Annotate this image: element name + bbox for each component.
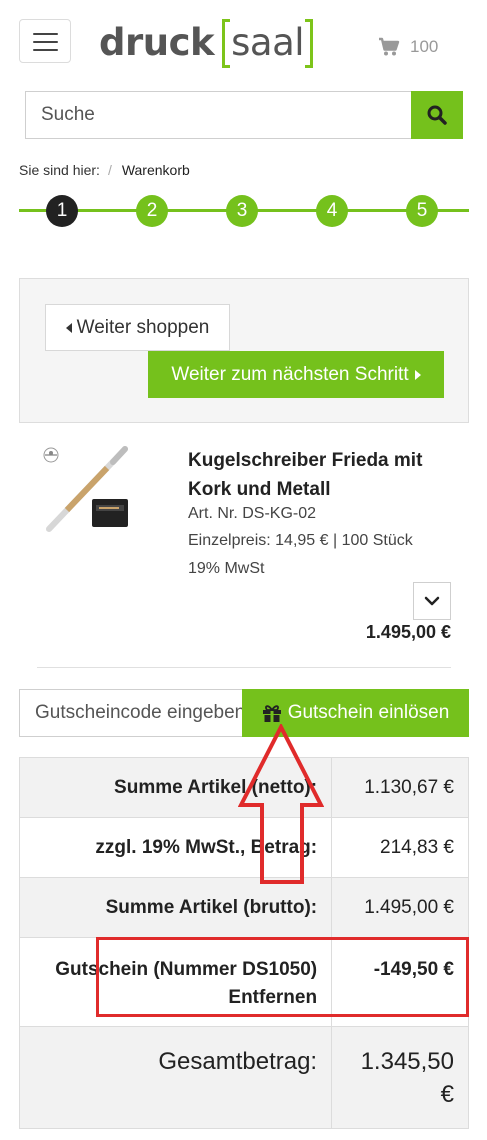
- product-article-number: Art. Nr. DS-KG-02: [188, 505, 317, 522]
- hamburger-icon-bar: [33, 41, 58, 43]
- menu-button[interactable]: [19, 19, 71, 63]
- logo[interactable]: druck saal: [99, 18, 314, 68]
- hamburger-icon: [33, 33, 58, 35]
- grand-total-value: 1.345,50 €: [331, 1026, 469, 1129]
- continue-shopping-label: Weiter shoppen: [76, 316, 210, 338]
- next-step-button[interactable]: Weiter zum nächsten Schritt: [148, 351, 444, 398]
- cart-count: 100: [410, 37, 439, 56]
- cart-actions-panel: Weiter shoppen Weiter zum nächsten Schri…: [19, 278, 469, 423]
- voucher-code-input[interactable]: [19, 689, 242, 737]
- logo-bracket-left: [222, 18, 231, 68]
- chevron-down-icon: [424, 596, 440, 606]
- product-details-toggle[interactable]: [413, 582, 451, 620]
- logo-bracket-right: [305, 18, 314, 68]
- step-4[interactable]: 4: [316, 195, 348, 227]
- step-3[interactable]: 3: [226, 195, 258, 227]
- divider: [37, 667, 451, 668]
- breadcrumb-separator: /: [107, 162, 112, 178]
- breadcrumb: Sie sind hier: / Warenkorb: [19, 162, 190, 178]
- step-1: 1: [46, 195, 78, 227]
- next-step-label: Weiter zum nächsten Schritt: [171, 363, 409, 385]
- step-2[interactable]: 2: [136, 195, 168, 227]
- net-total-value: 1.130,67 €: [331, 757, 469, 818]
- gross-total-label: Summe Artikel (brutto):: [18, 877, 333, 938]
- annotation-highlight-box: [96, 937, 469, 1017]
- product-unit-price: Einzelpreis: 14,95 € | 100 Stück: [188, 532, 413, 549]
- cart-icon: [379, 37, 400, 56]
- redeem-voucher-label: Gutschein einlösen: [287, 702, 450, 723]
- search-input[interactable]: [26, 92, 411, 138]
- gross-total-value: 1.495,00 €: [331, 877, 469, 938]
- search-bar: [25, 91, 463, 139]
- breadcrumb-prefix: Sie sind hier:: [19, 162, 100, 178]
- gift-icon: [262, 704, 281, 722]
- product-image[interactable]: [37, 443, 137, 535]
- step-5[interactable]: 5: [406, 195, 438, 227]
- vat-value: 214,83 €: [331, 817, 469, 878]
- caret-left-icon: [65, 322, 72, 333]
- search-button[interactable]: [411, 91, 463, 139]
- product-title[interactable]: Kugelschreiber Frieda mit Kork und Metal…: [188, 446, 458, 504]
- grand-total-label: Gesamtbetrag:: [18, 1026, 333, 1129]
- search-icon: [427, 105, 447, 125]
- hamburger-icon-bar: [33, 49, 58, 51]
- continue-shopping-button[interactable]: Weiter shoppen: [45, 304, 230, 351]
- totals-row-gross: Summe Artikel (brutto): 1.495,00 €: [18, 877, 469, 938]
- logo-text-druck: druck: [99, 20, 215, 64]
- logo-text-saal: saal: [222, 18, 314, 68]
- breadcrumb-current: Warenkorb: [121, 162, 190, 178]
- caret-right-icon: [414, 369, 421, 380]
- totals-row-grand: Gesamtbetrag: 1.345,50 €: [18, 1026, 469, 1129]
- product-vat: 19% MwSt: [188, 560, 265, 577]
- logo-text-saal-label: saal: [231, 20, 305, 64]
- checkout-steps: 1 2 3 4 5: [19, 195, 469, 227]
- cart-link[interactable]: 100: [378, 37, 438, 57]
- product-price: 1.495,00 €: [365, 622, 451, 642]
- annotation-arrow-up-icon: [238, 724, 324, 884]
